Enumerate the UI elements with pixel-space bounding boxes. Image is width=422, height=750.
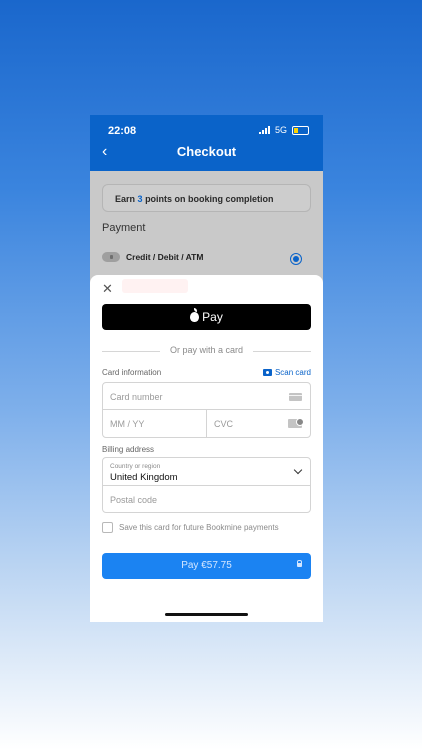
billing-address-label: Billing address [102,445,155,454]
sheet-peek-area [122,279,188,293]
scan-card-label: Scan card [274,368,311,377]
cvc-icon [288,418,304,428]
country-select[interactable]: Country or region United Kingdom [102,457,311,486]
home-indicator [165,613,248,616]
phone-screen: 22:08 5G ‹ Checkout Earn 3 points on boo… [90,115,323,622]
points-banner: Earn 3 points on booking completion [102,184,311,212]
save-card-label: Save this card for future Bookmine payme… [119,523,279,532]
card-brand-icon [289,393,302,401]
country-value: United Kingdom [110,472,178,483]
payment-heading: Payment [102,222,146,234]
divider-text: Or pay with a card [169,345,244,355]
lock-icon [297,560,302,567]
apple-pay-button[interactable]: Pay [102,304,311,330]
card-icon [102,252,120,262]
payment-sheet: ✕ Pay Or pay with a card Card informatio… [90,275,323,622]
camera-icon [262,369,272,376]
postal-code-field[interactable]: Postal code [102,485,311,513]
postal-code-placeholder: Postal code [110,495,158,505]
pay-button[interactable]: Pay €57.75 [102,553,311,579]
country-field-label: Country or region [110,463,161,470]
expiry-placeholder: MM / YY [110,419,145,429]
page-title: Checkout [176,144,237,159]
points-value: 3 [137,194,143,204]
points-prefix: Earn [115,194,136,204]
cvc-placeholder: CVC [214,419,234,429]
payment-method-label: Credit / Debit / ATM [126,252,204,262]
expiry-field[interactable]: MM / YY [102,409,207,438]
cvc-field[interactable]: CVC [206,409,311,438]
payment-method-radio[interactable] [290,253,302,265]
app-header: 22:08 5G ‹ Checkout [90,115,323,171]
pay-button-label: Pay €57.75 [181,560,232,571]
scan-card-button[interactable]: Scan card [262,368,311,377]
apple-logo-icon [190,308,200,322]
network-label: 5G [274,125,287,135]
status-time: 22:08 [108,125,137,137]
signal-icon [258,126,270,134]
save-card-checkbox[interactable] [102,522,113,533]
apple-pay-label: Pay [202,310,223,324]
battery-icon [292,125,309,135]
status-indicators: 5G [258,125,309,135]
card-number-field[interactable]: Card number [102,382,311,410]
card-info-label: Card information [102,368,162,377]
payment-method-row[interactable]: Credit / Debit / ATM [102,252,203,262]
card-number-placeholder: Card number [110,392,163,402]
close-icon[interactable]: ✕ [102,282,113,295]
save-card-option[interactable]: Save this card for future Bookmine payme… [102,522,279,533]
points-suffix: points on booking completion [145,194,274,204]
checkout-background: Earn 3 points on booking completion Paym… [90,171,323,291]
or-divider: Or pay with a card [102,345,311,357]
chevron-down-icon [293,465,303,475]
